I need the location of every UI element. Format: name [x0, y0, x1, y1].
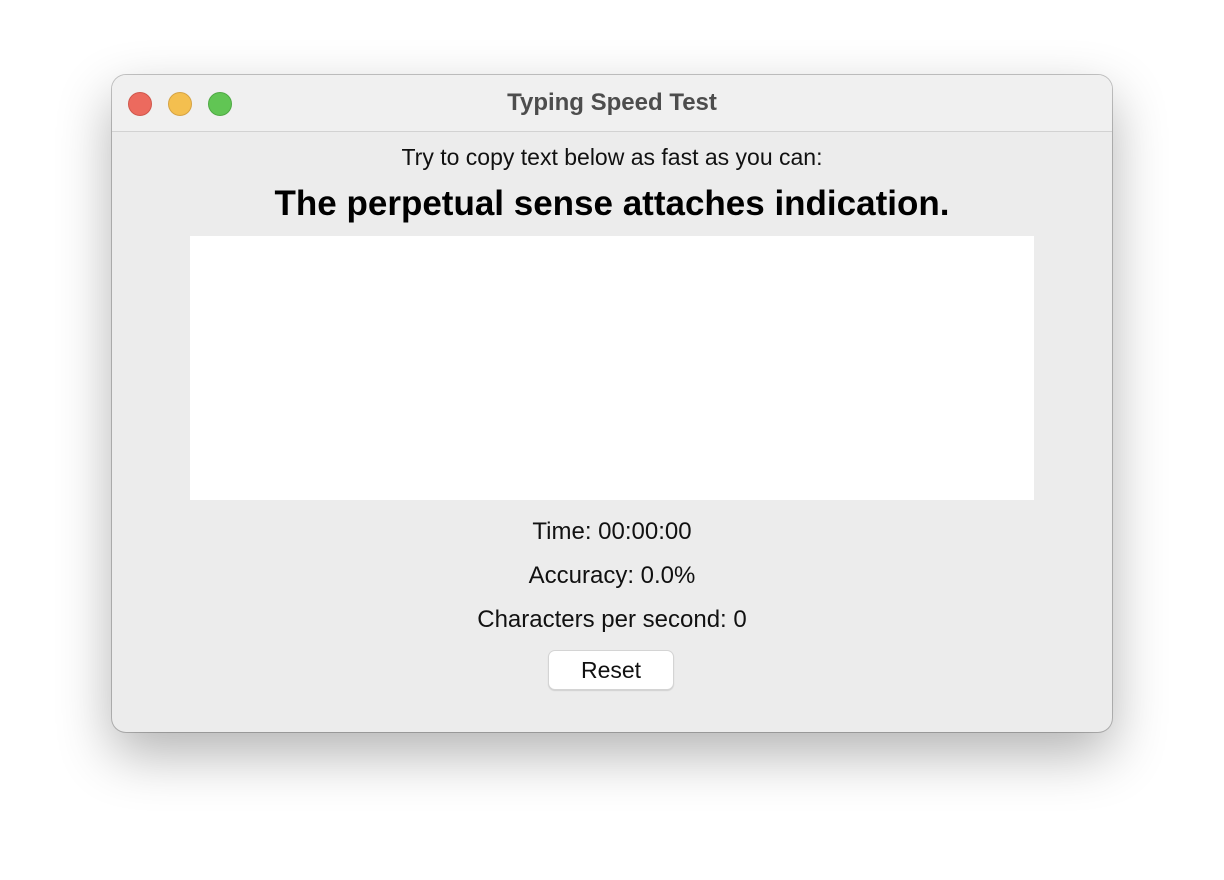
time-label: Time: 00:00:00 — [532, 518, 692, 545]
main-content: Try to copy text below as fast as you ca… — [112, 132, 1112, 732]
typing-input[interactable] — [190, 236, 1034, 500]
window-title: Typing Speed Test — [507, 89, 717, 116]
reset-button[interactable]: Reset — [548, 650, 674, 690]
accuracy-label: Accuracy: 0.0% — [528, 562, 696, 589]
target-sentence: The perpetual sense attaches indication. — [274, 184, 950, 223]
chars-per-second-label: Characters per second: 0 — [477, 606, 747, 633]
title-bar[interactable]: Typing Speed Test — [112, 75, 1112, 132]
instruction-label: Try to copy text below as fast as you ca… — [401, 144, 823, 170]
app-window: Typing Speed Test Try to copy text below… — [112, 75, 1112, 732]
